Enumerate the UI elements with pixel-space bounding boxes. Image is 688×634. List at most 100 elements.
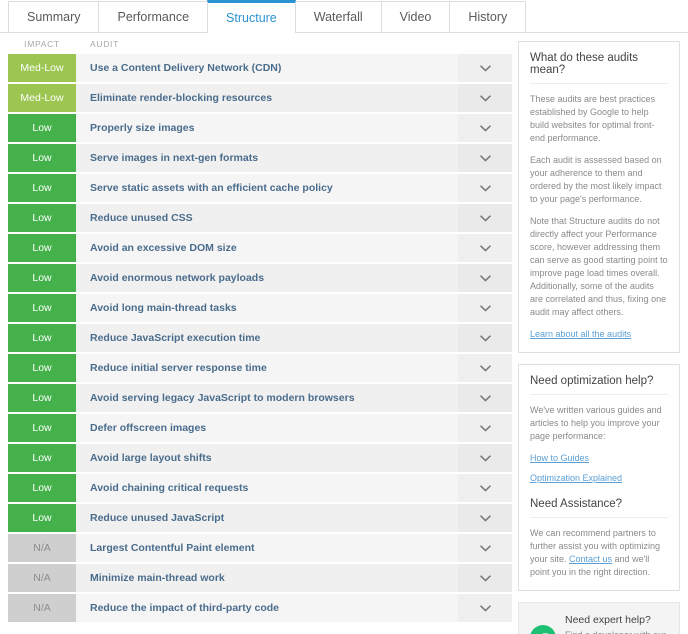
- chevron-down-icon[interactable]: [458, 324, 512, 352]
- impact-badge: Low: [8, 414, 76, 443]
- audit-title-link[interactable]: Reduce unused CSS: [76, 212, 458, 224]
- chevron-down-icon[interactable]: [458, 84, 512, 112]
- audit-title-link[interactable]: Largest Contentful Paint element: [76, 542, 458, 554]
- chevron-down-icon[interactable]: [458, 384, 512, 412]
- tab-history[interactable]: History: [449, 1, 527, 32]
- audit-title-link[interactable]: Avoid serving legacy JavaScript to moder…: [76, 392, 458, 404]
- audit-title-link[interactable]: Reduce the impact of third-party code: [76, 602, 458, 614]
- audit-title-link[interactable]: Use a Content Delivery Network (CDN): [76, 62, 458, 74]
- audit-row[interactable]: Low Defer offscreen images: [8, 414, 512, 444]
- audit-row[interactable]: Med-Low Use a Content Delivery Network (C…: [8, 54, 512, 84]
- audit-row[interactable]: Low Serve static assets with an efficient…: [8, 174, 512, 204]
- expert-help-title: Need expert help?: [565, 614, 651, 626]
- audit-row[interactable]: Low Reduce initial server response time: [8, 354, 512, 384]
- audit-row[interactable]: Low Reduce JavaScript execution time: [8, 324, 512, 354]
- chevron-down-icon[interactable]: [458, 354, 512, 382]
- audit-list: Med-Low Use a Content Delivery Network (C…: [8, 54, 512, 624]
- audit-title-link[interactable]: Defer offscreen images: [76, 422, 458, 434]
- chevron-down-icon[interactable]: [458, 504, 512, 532]
- audit-row[interactable]: Low Avoid enormous network payloads: [8, 264, 512, 294]
- impact-badge: Low: [8, 504, 76, 533]
- audit-title-link[interactable]: Reduce initial server response time: [76, 362, 458, 374]
- impact-badge: Low: [8, 384, 76, 413]
- chevron-down-icon[interactable]: [458, 174, 512, 202]
- impact-badge: Low: [8, 144, 76, 173]
- audit-row[interactable]: Low Serve images in next-gen formats: [8, 144, 512, 174]
- audit-row[interactable]: N/A Largest Contentful Paint element: [8, 534, 512, 564]
- impact-badge: Low: [8, 264, 76, 293]
- chevron-down-icon[interactable]: [458, 114, 512, 142]
- audit-row[interactable]: Low Avoid long main-thread tasks: [8, 294, 512, 324]
- audit-title-link[interactable]: Avoid long main-thread tasks: [76, 302, 458, 314]
- audit-title-link[interactable]: Avoid an excessive DOM size: [76, 242, 458, 254]
- audit-title-link[interactable]: Serve images in next-gen formats: [76, 152, 458, 164]
- audit-row-body: Serve images in next-gen formats: [76, 144, 512, 173]
- chevron-down-icon[interactable]: [458, 234, 512, 262]
- chevron-down-icon[interactable]: [458, 564, 512, 592]
- audit-title-link[interactable]: Reduce unused JavaScript: [76, 512, 458, 524]
- audit-row[interactable]: Low Avoid serving legacy JavaScript to mo…: [8, 384, 512, 414]
- chevron-down-icon[interactable]: [458, 264, 512, 292]
- audit-row[interactable]: Med-Low Eliminate render-blocking resourc…: [8, 84, 512, 114]
- audit-row-body: Eliminate render-blocking resources: [76, 84, 512, 113]
- chevron-down-icon[interactable]: [458, 594, 512, 622]
- chevron-down-icon[interactable]: [458, 474, 512, 502]
- tab-video[interactable]: Video: [380, 1, 451, 32]
- optimization-explained-link[interactable]: Optimization Explained: [530, 472, 668, 485]
- audit-row-body: Largest Contentful Paint element: [76, 534, 512, 563]
- chevron-down-icon[interactable]: [458, 414, 512, 442]
- impact-badge: N/A: [8, 534, 76, 563]
- tab-structure[interactable]: Structure: [207, 0, 296, 33]
- audit-title-link[interactable]: Properly size images: [76, 122, 458, 134]
- chevron-down-icon[interactable]: [458, 294, 512, 322]
- audit-row[interactable]: Low Properly size images: [8, 114, 512, 144]
- expert-help-card[interactable]: Need expert help? Find a developer with …: [518, 602, 680, 634]
- audit-row-body: Use a Content Delivery Network (CDN): [76, 54, 512, 83]
- impact-badge: Low: [8, 324, 76, 353]
- chevron-down-icon[interactable]: [458, 204, 512, 232]
- audit-row[interactable]: N/A Minimize main-thread work: [8, 564, 512, 594]
- audit-row-body: Avoid enormous network payloads: [76, 264, 512, 293]
- audit-row[interactable]: Low Avoid large layout shifts: [8, 444, 512, 474]
- chevron-down-icon[interactable]: [458, 444, 512, 472]
- impact-badge: Low: [8, 174, 76, 203]
- audit-title-link[interactable]: Reduce JavaScript execution time: [76, 332, 458, 344]
- audit-row-body: Serve static assets with an efficient ca…: [76, 174, 512, 203]
- audit-row-body: Avoid serving legacy JavaScript to moder…: [76, 384, 512, 413]
- audits-explainer-card: What do these audits mean? These audits …: [518, 41, 680, 353]
- optimization-help-paragraph: We've written various guides and article…: [530, 405, 662, 441]
- audit-row-body: Reduce unused JavaScript: [76, 504, 512, 533]
- audit-row-body: Reduce the impact of third-party code: [76, 594, 512, 623]
- impact-badge: Low: [8, 204, 76, 233]
- chevron-down-icon[interactable]: [458, 54, 512, 82]
- audit-row-body: Reduce unused CSS: [76, 204, 512, 233]
- audit-title-link[interactable]: Avoid enormous network payloads: [76, 272, 458, 284]
- audit-row[interactable]: Low Reduce unused CSS: [8, 204, 512, 234]
- sidebar: What do these audits mean? These audits …: [512, 33, 688, 634]
- audit-table-panel: IMPACT AUDIT Med-Low Use a Content Delive…: [0, 33, 512, 624]
- impact-badge: N/A: [8, 564, 76, 593]
- audits-explainer-link-wrap: Learn about all the audits: [530, 328, 668, 341]
- audit-title-link[interactable]: Minimize main-thread work: [76, 572, 458, 584]
- audit-row-body: Defer offscreen images: [76, 414, 512, 443]
- audit-row[interactable]: Low Avoid an excessive DOM size: [8, 234, 512, 264]
- how-to-guides-link[interactable]: How to Guides: [530, 452, 668, 465]
- impact-badge: Low: [8, 444, 76, 473]
- chevron-down-icon[interactable]: [458, 534, 512, 562]
- tab-summary[interactable]: Summary: [8, 1, 100, 32]
- audit-row-body: Reduce JavaScript execution time: [76, 324, 512, 353]
- chevron-down-icon[interactable]: [458, 144, 512, 172]
- audit-title-link[interactable]: Avoid chaining critical requests: [76, 482, 458, 494]
- audit-row-body: Avoid an excessive DOM size: [76, 234, 512, 263]
- contact-us-link[interactable]: Contact us: [569, 554, 612, 564]
- impact-badge: Low: [8, 354, 76, 383]
- audit-row[interactable]: Low Reduce unused JavaScript: [8, 504, 512, 534]
- audit-title-link[interactable]: Eliminate render-blocking resources: [76, 92, 458, 104]
- audit-row[interactable]: N/A Reduce the impact of third-party code: [8, 594, 512, 624]
- tab-waterfall[interactable]: Waterfall: [294, 1, 382, 32]
- audit-title-link[interactable]: Serve static assets with an efficient ca…: [76, 182, 458, 194]
- audit-title-link[interactable]: Avoid large layout shifts: [76, 452, 458, 464]
- tab-performance[interactable]: Performance: [98, 1, 209, 32]
- learn-about-audits-link[interactable]: Learn about all the audits: [530, 329, 631, 339]
- audit-row[interactable]: Low Avoid chaining critical requests: [8, 474, 512, 504]
